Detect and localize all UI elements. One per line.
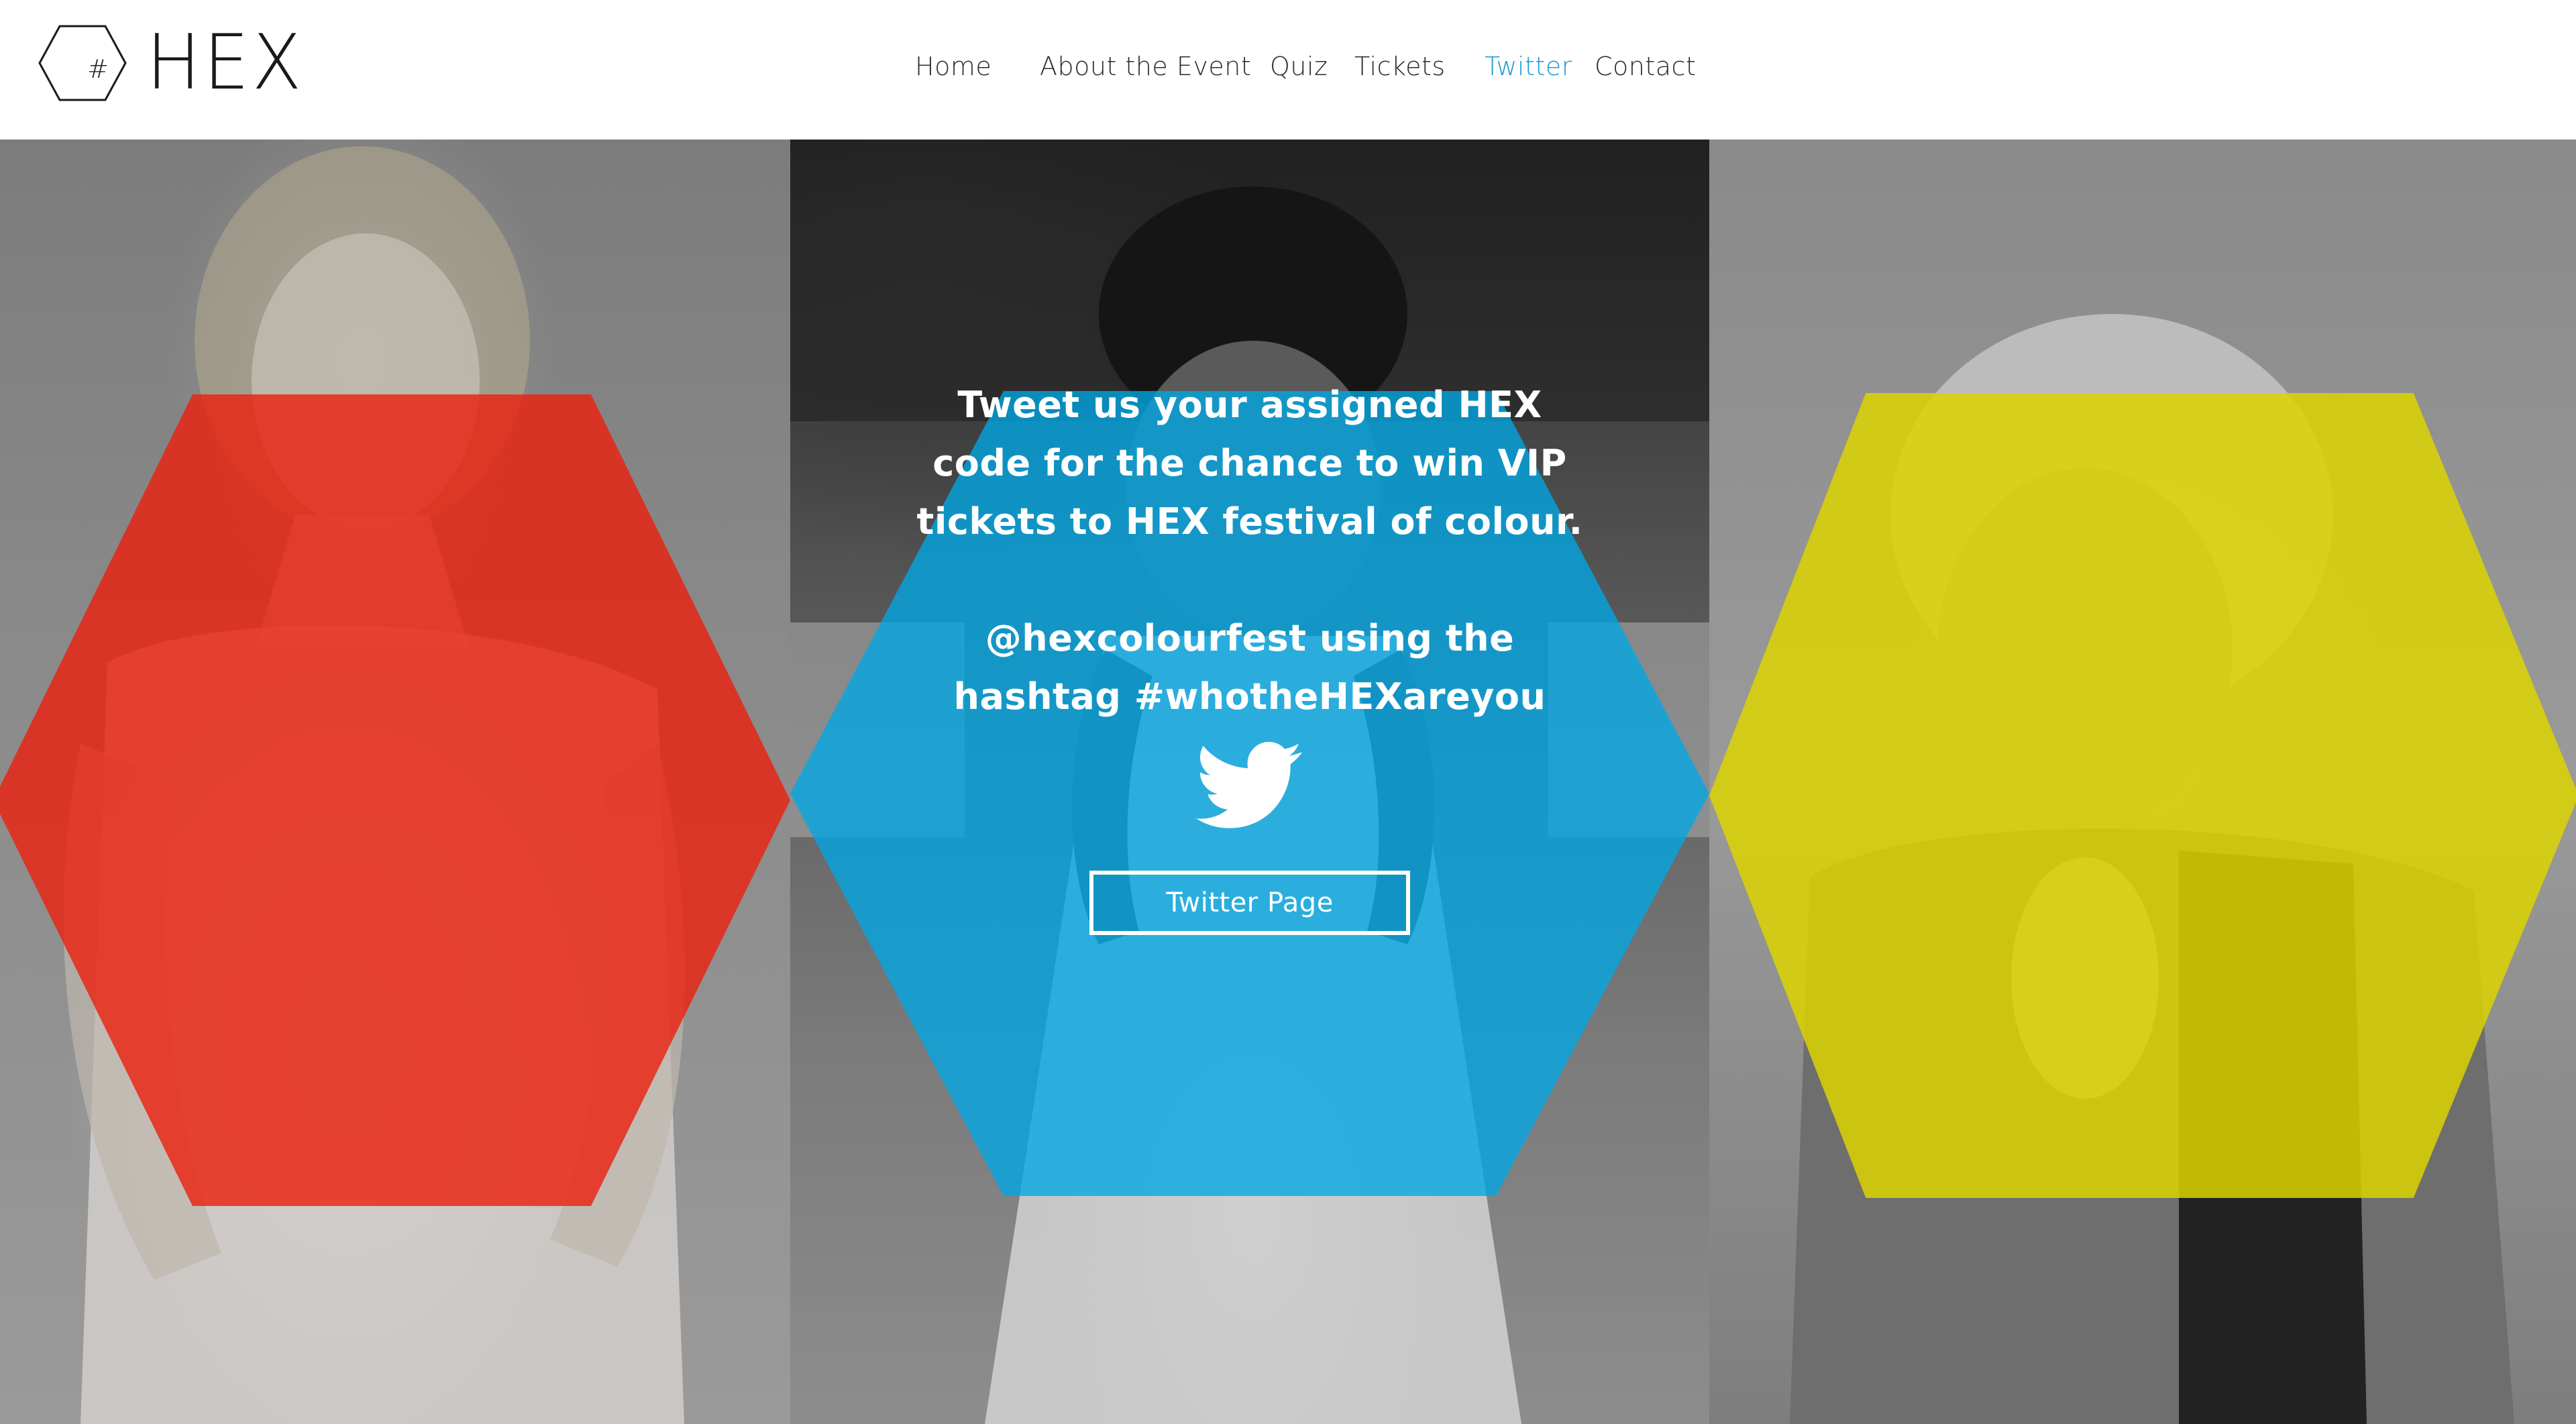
photo-panel-right xyxy=(1709,140,2576,1424)
nav-item-home[interactable]: Home xyxy=(915,50,991,83)
main-nav: Home About the Event Quiz Tickets Twitte… xyxy=(0,50,2576,83)
hero-section: Tweet us your assigned HEX code for the … xyxy=(0,140,2576,1424)
nav-item-tickets[interactable]: Tickets xyxy=(1354,50,1446,83)
twitter-page-button[interactable]: Twitter Page xyxy=(1089,871,1410,935)
yellow-hexagon xyxy=(1709,393,2576,1198)
site-header: # HEX Home About the Event Quiz Tickets … xyxy=(0,0,2576,140)
nav-item-quiz[interactable]: Quiz xyxy=(1270,50,1328,83)
nav-item-twitter[interactable]: Twitter xyxy=(1485,50,1572,83)
photo-panel-left xyxy=(0,140,790,1424)
twitter-promo: Tweet us your assigned HEX code for the … xyxy=(790,376,1709,935)
twitter-bird-icon[interactable] xyxy=(1196,741,1303,832)
tweet-instructions: Tweet us your assigned HEX code for the … xyxy=(916,384,1583,543)
nav-item-about[interactable]: About the Event xyxy=(1040,50,1251,83)
nav-item-contact[interactable]: Contact xyxy=(1595,50,1696,83)
tweet-hashtag-text: @hexcolourfest using the hashtag #whothe… xyxy=(953,617,1546,718)
